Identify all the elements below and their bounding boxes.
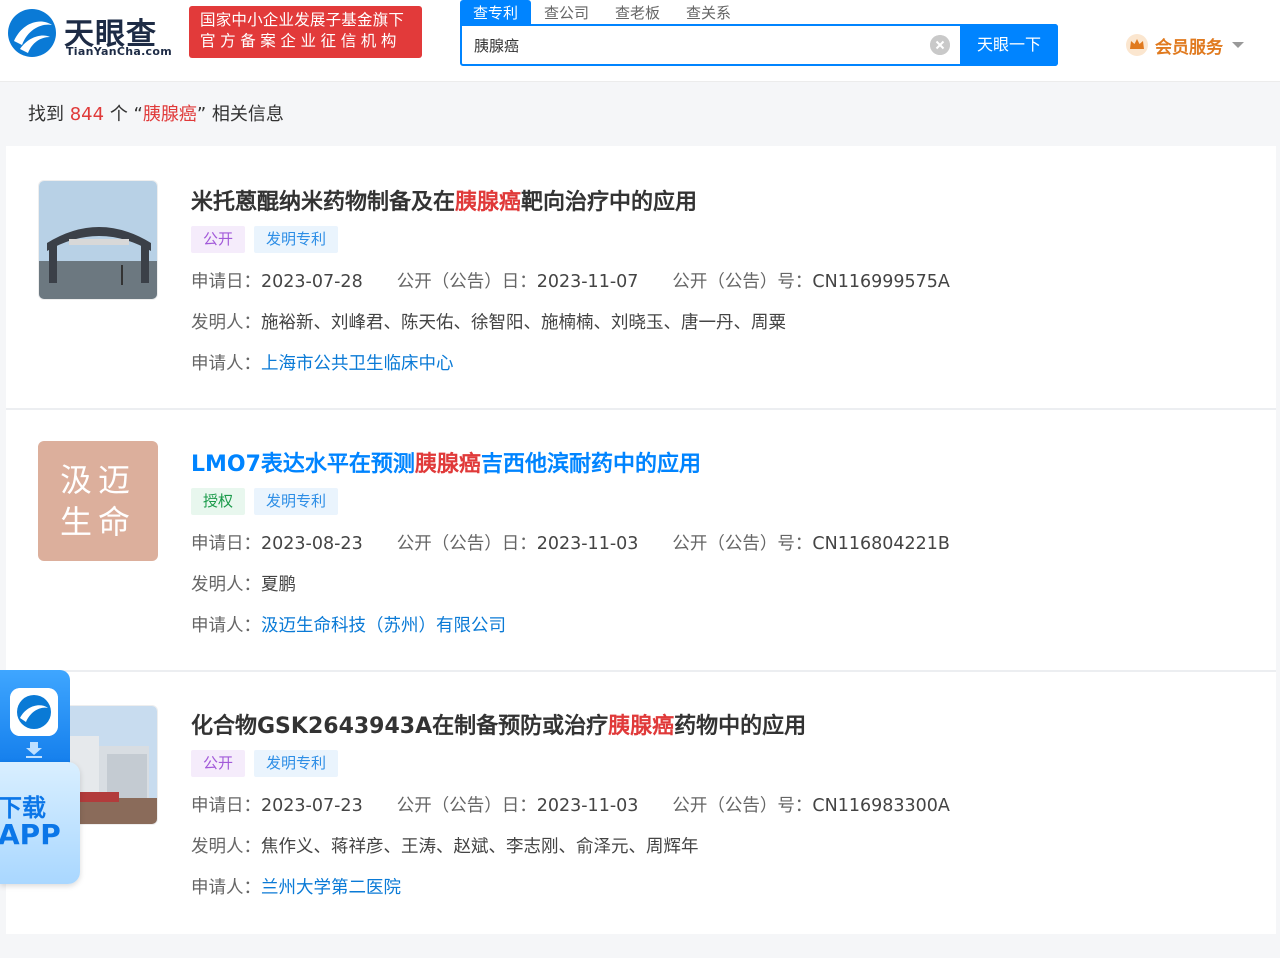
- result-thumbnail[interactable]: [38, 180, 158, 300]
- status-tag: 公开: [191, 226, 246, 253]
- applicant-link[interactable]: 上海市公共卫生临床中心: [261, 354, 454, 374]
- count-suffix: ” 相关信息: [196, 104, 284, 125]
- tag-group: 公开 发明专利: [191, 750, 339, 777]
- title-text: LMO7表达水平在预测: [191, 452, 415, 477]
- result-title[interactable]: 化合物GSK2643943A在制备预防或治疗胰腺癌药物中的应用: [191, 708, 806, 740]
- apply-label: 申请日：: [191, 272, 261, 292]
- logo-text: 生命: [59, 503, 136, 541]
- pub-date: 2023-11-07: [536, 272, 639, 292]
- applicant-row: 申请人：上海市公共卫生临床中心: [191, 350, 454, 375]
- search-button[interactable]: 天眼一下: [960, 24, 1058, 66]
- date-row: 申请日：2023-07-28 公开（公告）日：2023-11-07 公开（公告）号：…: [191, 268, 950, 293]
- pub-number: CN116983300A: [812, 796, 950, 816]
- title-highlight: 胰腺癌: [414, 452, 481, 477]
- app-label: APP: [0, 818, 61, 851]
- applicant-row: 申请人：汲迈生命科技（苏州）有限公司: [191, 612, 506, 637]
- tab-boss[interactable]: 查老板: [602, 0, 673, 24]
- type-tag: 发明专利: [254, 488, 339, 515]
- inventor-row: 发明人：焦作义、蒋祥彦、王涛、赵斌、李志刚、俞泽元、周辉年: [191, 833, 699, 858]
- title-text: 米托蒽醌纳米药物制备及在: [191, 190, 456, 215]
- official-badge: 国家中小企业发展子基金旗下 官方备案企业征信机构: [189, 6, 422, 58]
- pub-date: 2023-11-03: [536, 534, 639, 554]
- search-input[interactable]: [462, 26, 958, 64]
- status-tag: 公开: [191, 750, 246, 777]
- app-logo-icon: [10, 688, 58, 736]
- search-tabs: 查专利 查公司 查老板 查关系: [460, 0, 744, 24]
- result-card: 米托蒽醌纳米药物制备及在胰腺癌靶向治疗中的应用 公开 发明专利 申请日：2023…: [6, 146, 1276, 408]
- applicant-label: 申请人：: [191, 616, 261, 636]
- count-number: 844: [69, 104, 105, 125]
- apply-date: 2023-07-28: [261, 272, 363, 292]
- top-header: 天眼查 TianYanCha.com 国家中小企业发展子基金旗下 官方备案企业征…: [0, 0, 1280, 82]
- pub-label: 公开（公告）日：: [396, 534, 537, 554]
- inventors: 焦作义、蒋祥彦、王涛、赵斌、李志刚、俞泽元、周辉年: [261, 837, 699, 857]
- inventor-label: 发明人：: [191, 575, 261, 595]
- pub-label: 公开（公告）日：: [396, 796, 537, 816]
- company-logo[interactable]: 汲迈 生命: [38, 441, 158, 561]
- title-text: 吉西他滨耐药中的应用: [480, 452, 701, 477]
- tag-group: 公开 发明专利: [191, 226, 339, 253]
- pub-number: CN116999575A: [812, 272, 950, 292]
- eye-logo-icon: [8, 9, 56, 57]
- site-logo[interactable]: 天眼查 TianYanCha.com: [6, 7, 176, 59]
- pubno-label: 公开（公告）号：: [672, 534, 813, 554]
- download-app-widget[interactable]: 下载 APP: [0, 670, 80, 885]
- pubno-label: 公开（公告）号：: [672, 796, 813, 816]
- chevron-down-icon: [1232, 42, 1244, 48]
- clear-icon[interactable]: [930, 35, 950, 55]
- applicant-row: 申请人：兰州大学第二医院: [191, 874, 401, 899]
- inventor-label: 发明人：: [191, 837, 261, 857]
- status-tag: 授权: [191, 488, 246, 515]
- result-card: 汲迈 生命 LMO7表达水平在预测胰腺癌吉西他滨耐药中的应用 授权 发明专利 申…: [6, 410, 1276, 672]
- crown-icon: [1126, 34, 1148, 56]
- inventors: 夏鹏: [261, 575, 296, 595]
- member-service[interactable]: 会员服务: [1125, 32, 1245, 58]
- applicant-label: 申请人：: [191, 354, 261, 374]
- logo-text: 汲迈: [59, 461, 136, 499]
- result-card: 化合物GSK2643943A在制备预防或治疗胰腺癌药物中的应用 公开 发明专利 …: [6, 672, 1276, 934]
- result-title[interactable]: LMO7表达水平在预测胰腺癌吉西他滨耐药中的应用: [191, 446, 701, 478]
- tag-group: 授权 发明专利: [191, 488, 339, 515]
- title-highlight: 胰腺癌: [455, 190, 522, 215]
- inventor-row: 发明人：施裕新、刘峰君、陈天佑、徐智阳、施楠楠、刘晓玉、唐一丹、周粟: [191, 309, 786, 334]
- download-icon: [26, 742, 42, 758]
- date-row: 申请日：2023-07-23 公开（公告）日：2023-11-03 公开（公告）号：…: [191, 792, 950, 817]
- logo-subtitle: TianYanCha.com: [66, 45, 172, 58]
- inventor-row: 发明人：夏鹏: [191, 571, 296, 596]
- badge-line-1: 国家中小企业发展子基金旗下: [200, 11, 405, 29]
- badge-line-2: 官方备案企业征信机构: [200, 32, 402, 50]
- apply-label: 申请日：: [191, 796, 261, 816]
- apply-date: 2023-07-23: [261, 796, 363, 816]
- tab-company[interactable]: 查公司: [531, 0, 602, 24]
- title-text: 靶向治疗中的应用: [521, 190, 698, 215]
- count-prefix: 找到: [28, 104, 64, 125]
- applicant-label: 申请人：: [191, 878, 261, 898]
- type-tag: 发明专利: [254, 750, 339, 777]
- inventors: 施裕新、刘峰君、陈天佑、徐智阳、施楠楠、刘晓玉、唐一丹、周粟: [261, 313, 786, 333]
- tab-relation[interactable]: 查关系: [673, 0, 744, 24]
- applicant-link[interactable]: 兰州大学第二医院: [261, 878, 401, 898]
- inventor-label: 发明人：: [191, 313, 261, 333]
- member-label: 会员服务: [1155, 37, 1223, 58]
- apply-label: 申请日：: [191, 534, 261, 554]
- result-count: 找到 844 个 “胰腺癌” 相关信息: [6, 90, 1276, 140]
- pubno-label: 公开（公告）号：: [672, 272, 813, 292]
- search-box: 天眼一下: [460, 24, 1058, 66]
- title-text: 药物中的应用: [674, 714, 807, 739]
- apply-date: 2023-08-23: [261, 534, 363, 554]
- pub-number: CN116804221B: [812, 534, 950, 554]
- pub-label: 公开（公告）日：: [396, 272, 537, 292]
- gate-photo: [39, 181, 157, 299]
- count-mid: 个 “: [109, 104, 143, 125]
- date-row: 申请日：2023-08-23 公开（公告）日：2023-11-03 公开（公告）号：…: [191, 530, 950, 555]
- title-highlight: 胰腺癌: [608, 714, 675, 739]
- count-keyword: 胰腺癌: [142, 104, 197, 125]
- pub-date: 2023-11-03: [536, 796, 639, 816]
- tab-patent[interactable]: 查专利: [460, 0, 532, 24]
- title-text: 化合物GSK2643943A在制备预防或治疗: [191, 714, 609, 739]
- result-title[interactable]: 米托蒽醌纳米药物制备及在胰腺癌靶向治疗中的应用: [191, 184, 697, 216]
- type-tag: 发明专利: [254, 226, 339, 253]
- applicant-link[interactable]: 汲迈生命科技（苏州）有限公司: [261, 616, 506, 636]
